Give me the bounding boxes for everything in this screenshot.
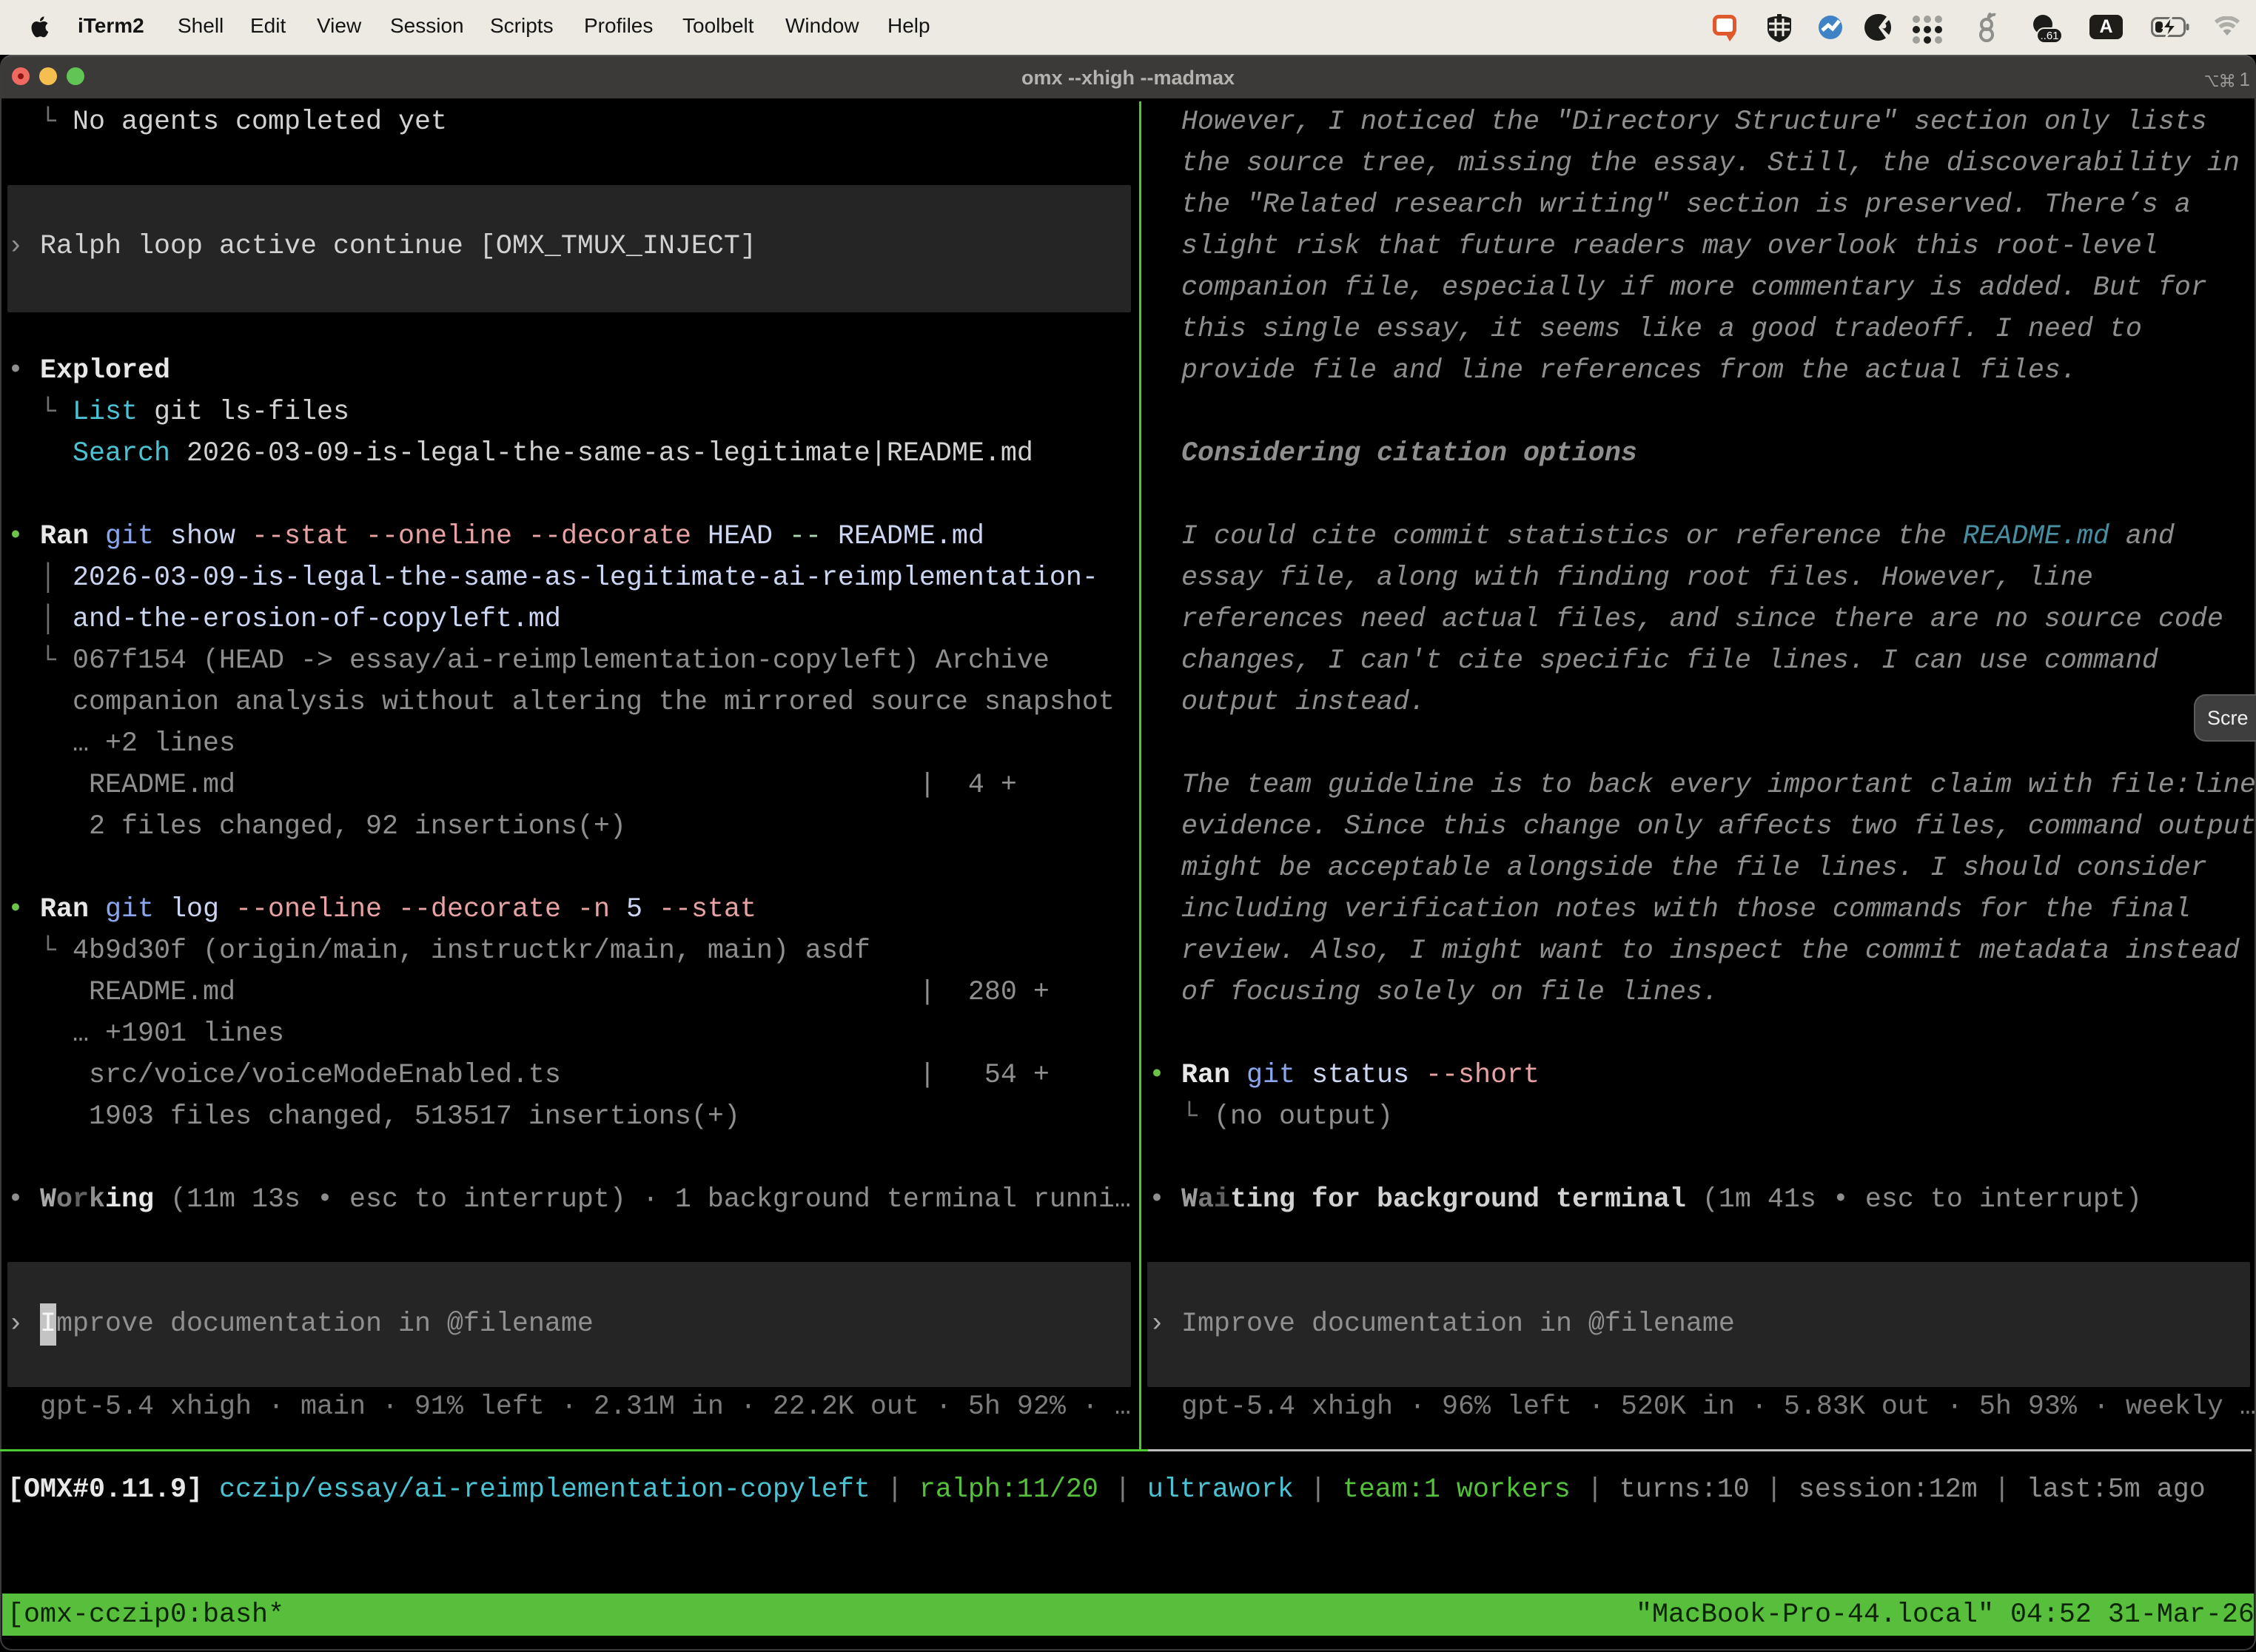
svg-text:..61: ..61 [2040,30,2058,42]
